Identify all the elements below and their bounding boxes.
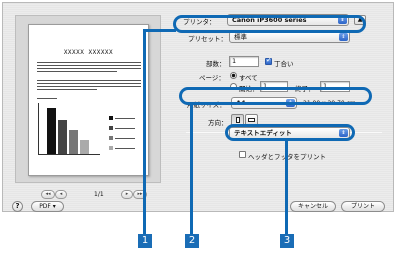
pages-all-label: すべて bbox=[239, 74, 258, 82]
preview-text-line bbox=[37, 68, 141, 69]
next-page-button[interactable]: ▸ bbox=[121, 190, 133, 199]
callout-connector bbox=[143, 29, 176, 32]
help-icon[interactable]: ? bbox=[12, 201, 23, 212]
collate-checkbox[interactable] bbox=[265, 56, 272, 65]
previous-page-button[interactable]: ◂ bbox=[55, 190, 67, 199]
preview-chart-bar bbox=[58, 120, 67, 154]
pages-label: ページ： bbox=[199, 74, 225, 82]
header-footer-checkbox[interactable] bbox=[239, 151, 246, 158]
page-indicator: 1/1 bbox=[94, 191, 104, 198]
preview-page: XXXXX XXXXXX bbox=[28, 24, 149, 176]
preview-legend-row bbox=[109, 136, 139, 140]
preview-legend-row bbox=[109, 126, 139, 130]
callout-number-1: 1 bbox=[138, 234, 152, 248]
preview-chart-bar bbox=[80, 140, 89, 154]
pdf-menu-button[interactable]: PDF ▾ bbox=[31, 201, 64, 212]
preview-text-line bbox=[37, 62, 141, 63]
first-page-button[interactable]: ◂◂ bbox=[41, 190, 55, 199]
preset-label: プリセット： bbox=[188, 35, 227, 43]
print-button[interactable]: プリント bbox=[341, 201, 385, 212]
print-preview: XXXXX XXXXXX bbox=[15, 15, 161, 183]
callout-frame-printer bbox=[173, 15, 366, 33]
cancel-button[interactable]: キャンセル bbox=[290, 201, 336, 212]
preview-text-line bbox=[37, 71, 117, 72]
preview-text-line bbox=[37, 98, 57, 99]
callout-frame-app-options bbox=[225, 124, 355, 141]
preview-text-line bbox=[37, 65, 141, 66]
preview-chart bbox=[38, 103, 100, 155]
preview-text-line bbox=[37, 89, 97, 90]
collate-label: 丁合い bbox=[274, 60, 294, 68]
callout-number-3: 3 bbox=[280, 234, 294, 248]
preview-legend-row bbox=[109, 146, 139, 150]
preview-chart-bar bbox=[47, 108, 56, 154]
updown-arrows-icon: ⇕ bbox=[339, 33, 348, 41]
preview-text-line bbox=[37, 80, 141, 81]
preview-doc-title: XXXXX XXXXXX bbox=[63, 49, 114, 56]
preset-value: 標準 bbox=[234, 33, 247, 41]
callout-number-2: 2 bbox=[185, 234, 199, 248]
copies-label: 部数： bbox=[206, 60, 226, 68]
copies-field[interactable]: 1 bbox=[229, 56, 259, 67]
pages-all-radio[interactable] bbox=[230, 72, 237, 79]
preview-text-line bbox=[37, 86, 141, 87]
preview-text-line bbox=[37, 83, 141, 84]
callout-connector bbox=[285, 139, 288, 234]
callout-connector bbox=[143, 29, 146, 234]
orientation-label: 方向： bbox=[208, 119, 228, 127]
callout-connector bbox=[190, 103, 193, 234]
print-dialog: XXXXX XXXXXX ◂◂ ◂ 1/1 ▸ ▸▸ プリンタ： Canon i… bbox=[2, 2, 394, 212]
preview-chart-bar bbox=[69, 130, 78, 154]
preview-legend-row bbox=[109, 116, 139, 120]
callout-frame-paper-size bbox=[179, 87, 372, 105]
